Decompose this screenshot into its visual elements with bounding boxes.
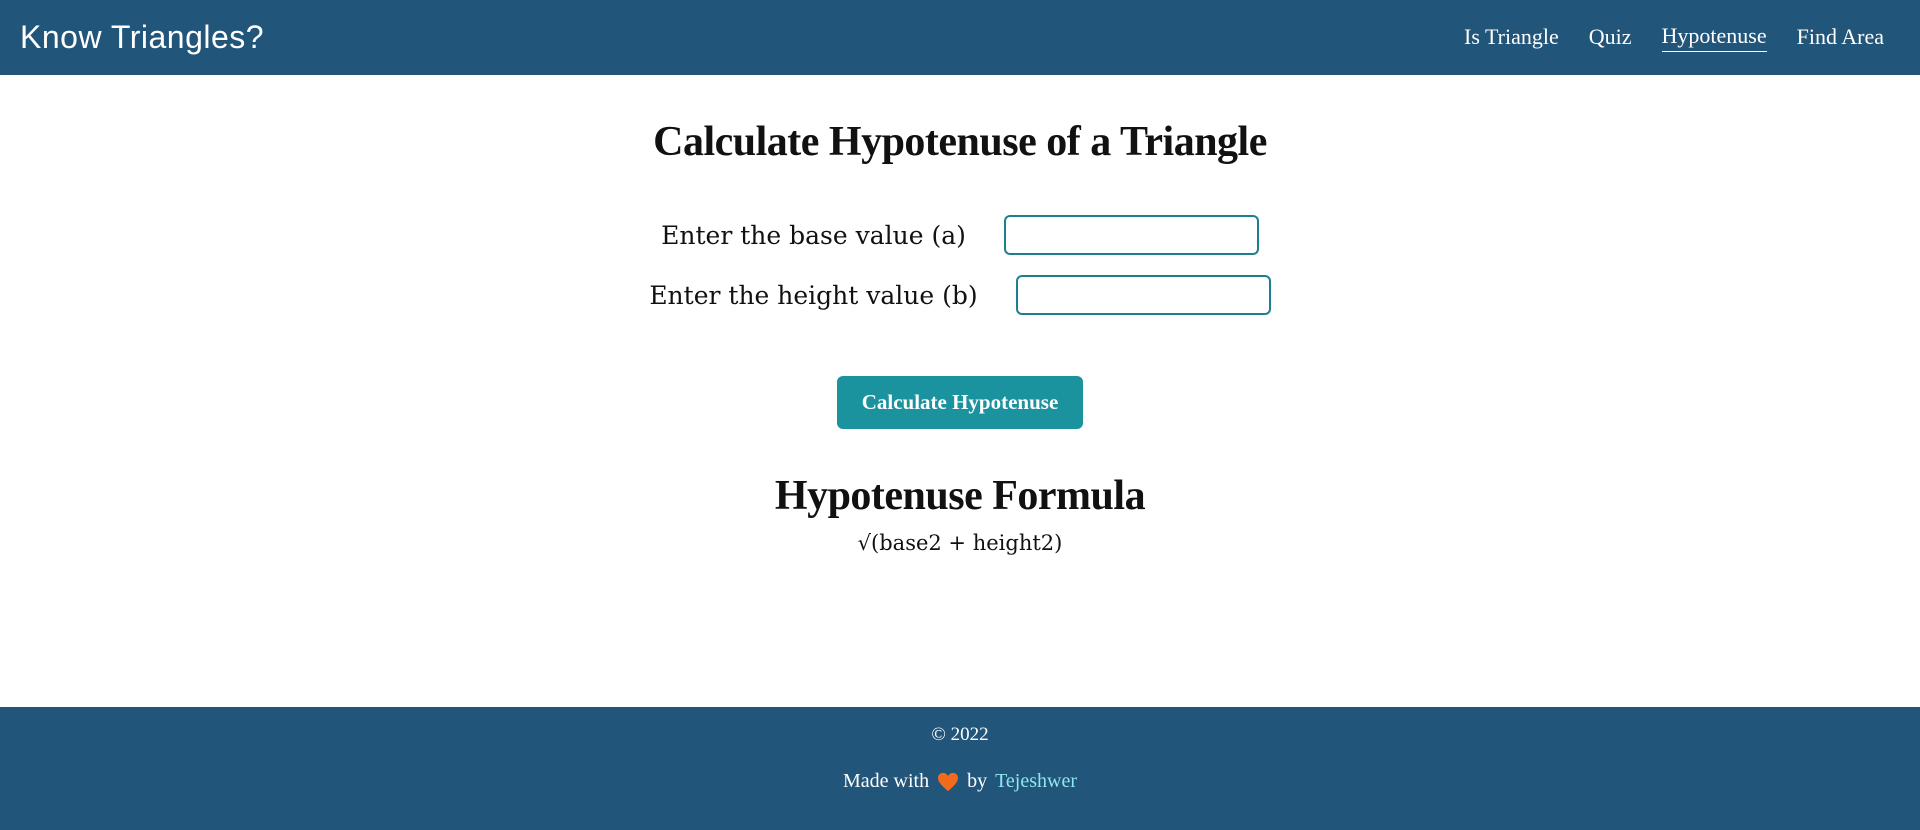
base-row: Enter the base value (a) [0,215,1920,255]
formula-title: Hypotenuse Formula [774,473,1146,519]
nav-link-is-triangle[interactable]: Is Triangle [1464,24,1559,52]
navbar: Know Triangles? Is Triangle Quiz Hypoten… [0,0,1920,75]
main-content: Calculate Hypotenuse of a Triangle Enter… [0,75,1920,707]
copyright-text: © 2022 [931,724,989,745]
nav-link-find-area[interactable]: Find Area [1797,24,1884,52]
height-row: Enter the height value (b) [0,275,1920,315]
base-label: Enter the base value (a) [661,220,966,250]
brand-title[interactable]: Know Triangles? [20,19,264,56]
made-with-line: Made with by Tejeshwer [0,770,1920,793]
height-input[interactable] [1015,275,1271,315]
nav-link-hypotenuse[interactable]: Hypotenuse [1661,23,1767,52]
formula-text: √(base2 + height2) [857,531,1063,555]
heart-icon [937,772,959,792]
height-label: Enter the height value (b) [649,280,978,310]
by-label: by [967,770,988,792]
nav-links: Is Triangle Quiz Hypotenuse Find Area [1464,23,1900,52]
author-link[interactable]: Tejeshwer [995,770,1077,793]
made-with-label: Made with [843,770,930,792]
base-input[interactable] [1003,215,1259,255]
calculate-hypotenuse-button[interactable]: Calculate Hypotenuse [837,376,1083,429]
footer: © 2022 Made with by Tejeshwer [0,707,1920,830]
nav-link-quiz[interactable]: Quiz [1589,24,1632,52]
page-title: Calculate Hypotenuse of a Triangle [653,119,1267,165]
